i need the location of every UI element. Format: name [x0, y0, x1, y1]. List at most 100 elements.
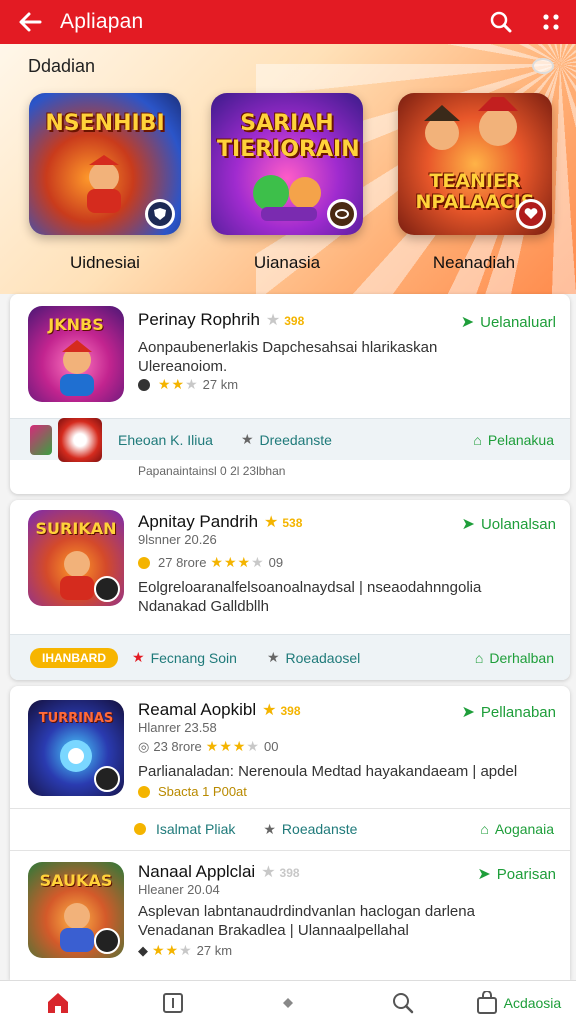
app-description: Asplevan labntanaudrdindvanlan haclogan …	[138, 903, 475, 939]
star-icon: ★	[264, 514, 279, 531]
badge-icon	[94, 766, 120, 792]
app-rating: 538	[282, 516, 303, 530]
app-subtitle: Hleaner 20.04	[138, 882, 220, 897]
featured-app-3[interactable]: TEANIER NPALAACIS	[398, 93, 552, 235]
app-thumbnail[interactable]: SURIKAN	[28, 510, 124, 606]
shopping-bag-icon	[476, 990, 497, 1014]
book-icon	[162, 992, 183, 1013]
featured-app-name[interactable]: Neanadiah	[394, 253, 554, 273]
app-description: Eolgreloaranalfelsoanoalnaydsal | nseaod…	[138, 579, 482, 615]
open-button[interactable]: ⌂ Aoganaia	[480, 821, 554, 837]
star-icon: ★	[261, 864, 276, 881]
app-description: Aonpaubenerlakis Dapchesahsai hlarikaska…	[138, 339, 438, 375]
featured-section: Ddadian NSENHIBI Uidnesiai SARIAH TIERIO…	[0, 44, 576, 294]
shield-icon	[145, 199, 175, 229]
app-title: Perinay Rophrih	[138, 310, 260, 329]
app-rating: 398	[280, 704, 301, 718]
search-icon	[393, 992, 414, 1013]
app-card[interactable]: JKNBS Perinay Rophrih ★ 398 ➤ Uelanaluarl A…	[10, 294, 570, 494]
app-thumbnail[interactable]: TURRINAS	[28, 700, 124, 796]
app-card[interactable]: SURIKAN Apnitay Pandrih ★ 538 9lsnner 20.2…	[10, 500, 570, 680]
app-thumbnail[interactable]: JKNBS	[28, 306, 124, 402]
nav-shop-label: Acdaosia	[503, 994, 562, 1011]
character-illustration	[253, 175, 321, 221]
thumbnail-art-title: TURRINAS	[38, 711, 114, 726]
app-subtitle: 9lsnner 20.26	[138, 532, 217, 547]
app-title-row: Perinay Rophrih ★ 398	[138, 310, 304, 330]
app-bar: Apliapan	[0, 0, 576, 44]
downloads: 27 8rore	[158, 555, 207, 570]
featured-app-1[interactable]: NSENHIBI	[29, 93, 181, 235]
character-illustration	[424, 97, 518, 150]
arrow-icon: ➤	[460, 314, 475, 331]
app-title: Reamal Aopkibl	[138, 700, 257, 719]
nav-discover[interactable]	[230, 981, 345, 1024]
app-title: Apnitay Pandrih	[138, 512, 259, 531]
grid-menu-icon[interactable]	[526, 0, 576, 44]
strip-developer: Eheoan K. Iliua	[118, 431, 213, 448]
diamond-icon: ◆	[138, 942, 148, 958]
nav-home[interactable]	[0, 981, 115, 1024]
dot-icon	[138, 378, 150, 391]
open-button[interactable]: ⌂ Derhalban	[475, 650, 554, 666]
install-button[interactable]: ➤ Poarisan	[477, 864, 556, 884]
featured-art-title: NSENHIBI	[45, 111, 165, 136]
page-title: Apliapan	[60, 10, 144, 33]
install-button[interactable]: ➤ Pellanaban	[462, 702, 556, 722]
rating-count: 09	[268, 555, 284, 570]
nav-library[interactable]	[115, 981, 230, 1024]
mini-thumbnail[interactable]	[58, 417, 102, 462]
strip-category[interactable]: ★ Dreedanste	[241, 431, 332, 448]
star-icon: ★	[263, 820, 276, 837]
strip-developer[interactable]: Isalmat Pliak	[134, 821, 235, 837]
app-extra: Sbacta 1 P00at	[138, 784, 247, 799]
nav-shop[interactable]: Acdaosia	[461, 981, 576, 1024]
open-button[interactable]: ⌂ Pelanakua	[473, 432, 554, 448]
app-title-row: Apnitay Pandrih ★ 538	[138, 512, 302, 532]
ring-icon	[327, 199, 357, 229]
strip-category[interactable]: ★ Roeadanste	[263, 821, 357, 838]
install-button[interactable]: ➤ Uolanalsan	[462, 514, 556, 534]
app-title-row: Nanaal Applclai ★ 398	[138, 862, 300, 882]
app-description: Parlianaladan: Nerenoula Medtad hayakand…	[138, 763, 518, 780]
dot-icon	[138, 556, 150, 569]
bottom-navigation: Acdaosia	[0, 980, 576, 1024]
divider	[10, 850, 570, 851]
eye-icon[interactable]	[532, 58, 554, 74]
home-icon	[47, 992, 68, 1013]
dot-icon	[138, 785, 150, 798]
thumbnail-art-title: JKNBS	[48, 315, 104, 334]
info-icon: ◎	[138, 738, 150, 754]
mini-thumbnail[interactable]	[30, 424, 52, 455]
star-icon: ★	[240, 431, 254, 447]
featured-app-name[interactable]: Uianasia	[207, 253, 367, 273]
app-rating: 398	[284, 314, 305, 328]
app-meta: ★★★ 27 km	[138, 376, 238, 393]
app-info-strip: Eheoan K. Iliua ★ Dreedanste ⌂ Pelanakua	[10, 417, 570, 462]
distance: 27 km	[196, 943, 233, 958]
arrow-icon: ➤	[477, 866, 491, 883]
back-arrow-icon[interactable]	[0, 0, 60, 44]
app-thumbnail[interactable]: SAUKAS	[28, 862, 124, 958]
house-icon: ⌂	[480, 821, 489, 837]
nav-search[interactable]	[346, 981, 461, 1024]
distance: 27 km	[202, 377, 239, 392]
rating-stars: ★★★★	[210, 554, 265, 570]
featured-app-2[interactable]: SARIAH TIERIORAIN	[211, 93, 363, 235]
diamond-icon	[283, 997, 293, 1008]
star-icon: ★	[266, 649, 280, 665]
house-icon: ⌂	[473, 431, 482, 448]
app-subtitle: Hlanrer 23.58	[138, 720, 217, 735]
star-icon: ★	[265, 312, 281, 329]
strip-category[interactable]: ★ Roeadaosel	[267, 649, 360, 666]
strip-favorite[interactable]: ★ Fecnang Soin	[132, 649, 237, 666]
search-icon[interactable]	[476, 0, 526, 44]
featured-app-name[interactable]: Uidnesiai	[25, 253, 185, 273]
app-meta: ◆ ★★★ 27 km	[138, 942, 232, 959]
category-pill[interactable]: IHANBARD	[30, 647, 118, 668]
heart-icon	[516, 199, 546, 229]
house-icon: ⌂	[474, 649, 484, 666]
rating-count: 00	[263, 739, 279, 754]
app-update-note: Papanaintainsl 0 2l 23lbhan	[138, 464, 286, 478]
install-button[interactable]: ➤ Uelanaluarl	[461, 312, 556, 332]
